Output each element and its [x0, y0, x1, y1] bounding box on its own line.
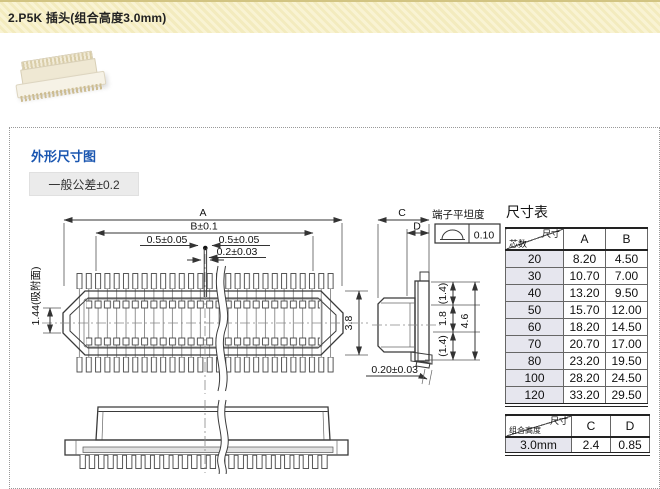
- size-table-header: 尺寸 芯数 A B: [505, 227, 648, 251]
- combo-table-corner-cell: 尺寸 组合高度: [505, 414, 572, 438]
- dim-38-label: 3.8: [343, 316, 355, 331]
- cell-a: 23.20: [563, 352, 606, 370]
- flatness-value: 0.10: [474, 230, 495, 242]
- corner-label-combo-height: 组合高度: [509, 426, 541, 435]
- cell-cores: 60: [505, 318, 564, 336]
- cell-b: 29.50: [605, 386, 648, 406]
- cell-b: 24.50: [605, 369, 648, 387]
- cell-a: 20.70: [563, 335, 606, 353]
- product-photo: [8, 48, 108, 114]
- col-header-d: D: [610, 414, 650, 438]
- section-header-bar: 2.P5K 插头(组合高度3.0mm): [0, 0, 660, 33]
- cell-b: 19.50: [605, 352, 648, 370]
- front-pins: [78, 454, 330, 470]
- col-header-b: B: [605, 227, 648, 251]
- dim-b-label: B±0.1: [190, 221, 218, 233]
- size-table-corner-cell: 尺寸 芯数: [505, 227, 564, 251]
- cell-d: 0.85: [610, 436, 650, 455]
- page: { "header": { "title": "2.P5K 插头(组合高度3.0…: [0, 0, 660, 489]
- cell-b: 9.50: [605, 284, 648, 302]
- cell-a: 28.20: [563, 369, 606, 387]
- cell-cores: 50: [505, 301, 564, 319]
- dim-020-label: 0.20±0.03: [371, 364, 418, 376]
- dim-14-bottom-label: (1.4): [437, 335, 449, 357]
- connector-illustration: [8, 45, 107, 113]
- size-row: 120 33.20 29.50: [505, 386, 648, 406]
- dim-14-top-label: (1.4): [437, 283, 449, 305]
- size-row: 60 18.20 14.50: [505, 318, 648, 336]
- cell-b: 17.00: [605, 335, 648, 353]
- front-view: [64, 399, 349, 475]
- drawing-svg: A B±0.1 0.5±0.05 0.5±0.05 0.2±0.03 1.44(…: [29, 207, 501, 475]
- combo-row: 3.0mm 2.4 0.85: [505, 436, 650, 455]
- cell-cores: 20: [505, 249, 564, 268]
- cell-b: 7.00: [605, 267, 648, 285]
- combo-table-header: 尺寸 组合高度 C D: [505, 414, 650, 438]
- cell-cores: 80: [505, 352, 564, 370]
- dimension-tables: 尺寸表 尺寸 芯数 A B 20 8.20 4.50 30 10.70 7.00 40 1…: [505, 202, 655, 456]
- cell-b: 4.50: [605, 249, 648, 268]
- dim-05-right-label: 0.5±0.05: [219, 234, 260, 246]
- cell-cores: 100: [505, 369, 564, 387]
- cell-a: 33.20: [563, 386, 606, 406]
- size-row: 70 20.70 17.00: [505, 335, 648, 353]
- size-row: 100 28.20 24.50: [505, 369, 648, 387]
- cell-cores: 70: [505, 335, 564, 353]
- dim-d-label: D: [413, 221, 421, 233]
- corner-label-size: 尺寸: [541, 229, 560, 239]
- cell-cores: 40: [505, 284, 564, 302]
- corner-label-size: 尺寸: [549, 416, 568, 426]
- cell-c: 2.4: [571, 436, 611, 455]
- cell-a: 18.20: [563, 318, 606, 336]
- col-header-c: C: [571, 414, 611, 438]
- corner-label-cores: 芯数: [509, 239, 528, 249]
- cell-b: 12.00: [605, 301, 648, 319]
- cell-height: 3.0mm: [505, 436, 572, 455]
- cell-a: 13.20: [563, 284, 606, 302]
- dim-a-label: A: [199, 207, 206, 219]
- dimension-drawing: A B±0.1 0.5±0.05 0.5±0.05 0.2±0.03 1.44(…: [28, 198, 506, 475]
- cell-a: 15.70: [563, 301, 606, 319]
- plan-view: A B±0.1 0.5±0.05 0.5±0.05 0.2±0.03 1.44(…: [29, 207, 368, 394]
- section-header-title: 2.P5K 插头(组合高度3.0mm): [8, 11, 167, 25]
- dim-02-label: 0.2±0.03: [217, 246, 258, 258]
- dim-05-left-label: 0.5±0.05: [147, 234, 188, 246]
- col-header-a: A: [563, 227, 606, 251]
- dim-46-label: 4.6: [459, 314, 471, 329]
- panel-heading: 外形尺寸图: [31, 149, 97, 164]
- size-row: 30 10.70 7.00: [505, 267, 648, 285]
- dim-144-label: 1.44(吸附面): [29, 267, 42, 326]
- cell-b: 14.50: [605, 318, 648, 336]
- size-row: 50 15.70 12.00: [505, 301, 648, 319]
- flatness-label: 端子平坦度: [432, 208, 485, 221]
- cell-cores: 30: [505, 267, 564, 285]
- size-row: 40 13.20 9.50: [505, 284, 648, 302]
- combo-height-table: 尺寸 组合高度 C D 3.0mm 2.4 0.85: [505, 414, 650, 456]
- cell-cores: 120: [505, 386, 564, 406]
- cell-a: 10.70: [563, 267, 606, 285]
- size-row: 20 8.20 4.50: [505, 249, 648, 268]
- dim-c-label: C: [398, 207, 406, 219]
- size-table: 尺寸 芯数 A B 20 8.20 4.50 30 10.70 7.00 40 13.20…: [505, 227, 648, 407]
- size-row: 80 23.20 19.50: [505, 352, 648, 370]
- tolerance-badge: 一般公差±0.2: [29, 172, 139, 196]
- tolerance-label: 一般公差±0.2: [48, 177, 120, 192]
- cell-a: 8.20: [563, 249, 606, 268]
- size-table-title: 尺寸表: [506, 204, 548, 220]
- side-view: C D 端子平坦度 0.10 (1.4) 1.8 (1.4) 4.6 0.20±…: [366, 207, 501, 386]
- dim-18-label: 1.8: [437, 311, 449, 326]
